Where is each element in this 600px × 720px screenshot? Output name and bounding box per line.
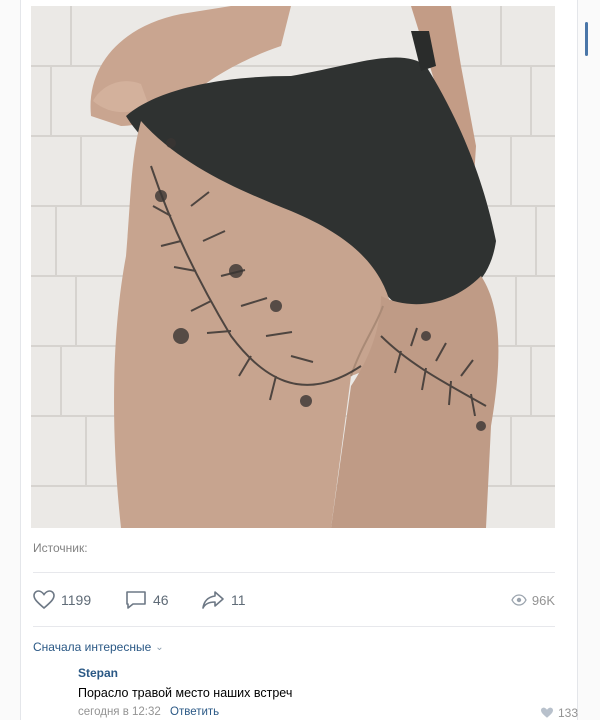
share-count: 11: [231, 592, 246, 608]
share-arrow-icon: [202, 591, 224, 609]
comment-time: сегодня в 12:32: [78, 706, 161, 718]
view-count: 96K: [531, 592, 555, 608]
view-counter: 96K: [511, 588, 555, 612]
comment-text: Порасло травой место наших встреч: [78, 686, 293, 700]
comment-author[interactable]: Stepan: [78, 666, 558, 680]
comment-like-button[interactable]: 133: [540, 706, 578, 720]
share-button[interactable]: 11: [201, 588, 246, 612]
comment-like-count: 133: [557, 706, 578, 720]
comments-sort-dropdown[interactable]: Сначала интересные ⌄: [33, 640, 164, 654]
post-source-label: Источник:: [33, 541, 88, 555]
divider: [33, 626, 555, 627]
heart-icon: [540, 707, 553, 718]
comment-button[interactable]: 46: [125, 588, 169, 612]
comment-item: Stepan Порасло травой место наших встреч…: [78, 666, 558, 718]
photo-illustration: [31, 6, 555, 528]
like-button[interactable]: 1199: [33, 588, 91, 612]
chevron-down-icon: ⌄: [155, 641, 164, 653]
comment-count: 46: [153, 592, 169, 608]
divider: [33, 572, 555, 573]
post-photo[interactable]: [31, 6, 555, 528]
comment-icon: [126, 591, 146, 609]
reply-link[interactable]: Ответить: [170, 706, 219, 718]
like-count: 1199: [61, 592, 92, 608]
heart-icon: [33, 590, 55, 610]
eye-icon: [511, 594, 527, 606]
sort-label: Сначала интересные: [33, 640, 152, 654]
post-actions: 1199 46 11 96K: [33, 588, 555, 612]
scroll-indicator: [585, 22, 588, 56]
comment-meta: сегодня в 12:32 Ответить: [78, 706, 558, 718]
